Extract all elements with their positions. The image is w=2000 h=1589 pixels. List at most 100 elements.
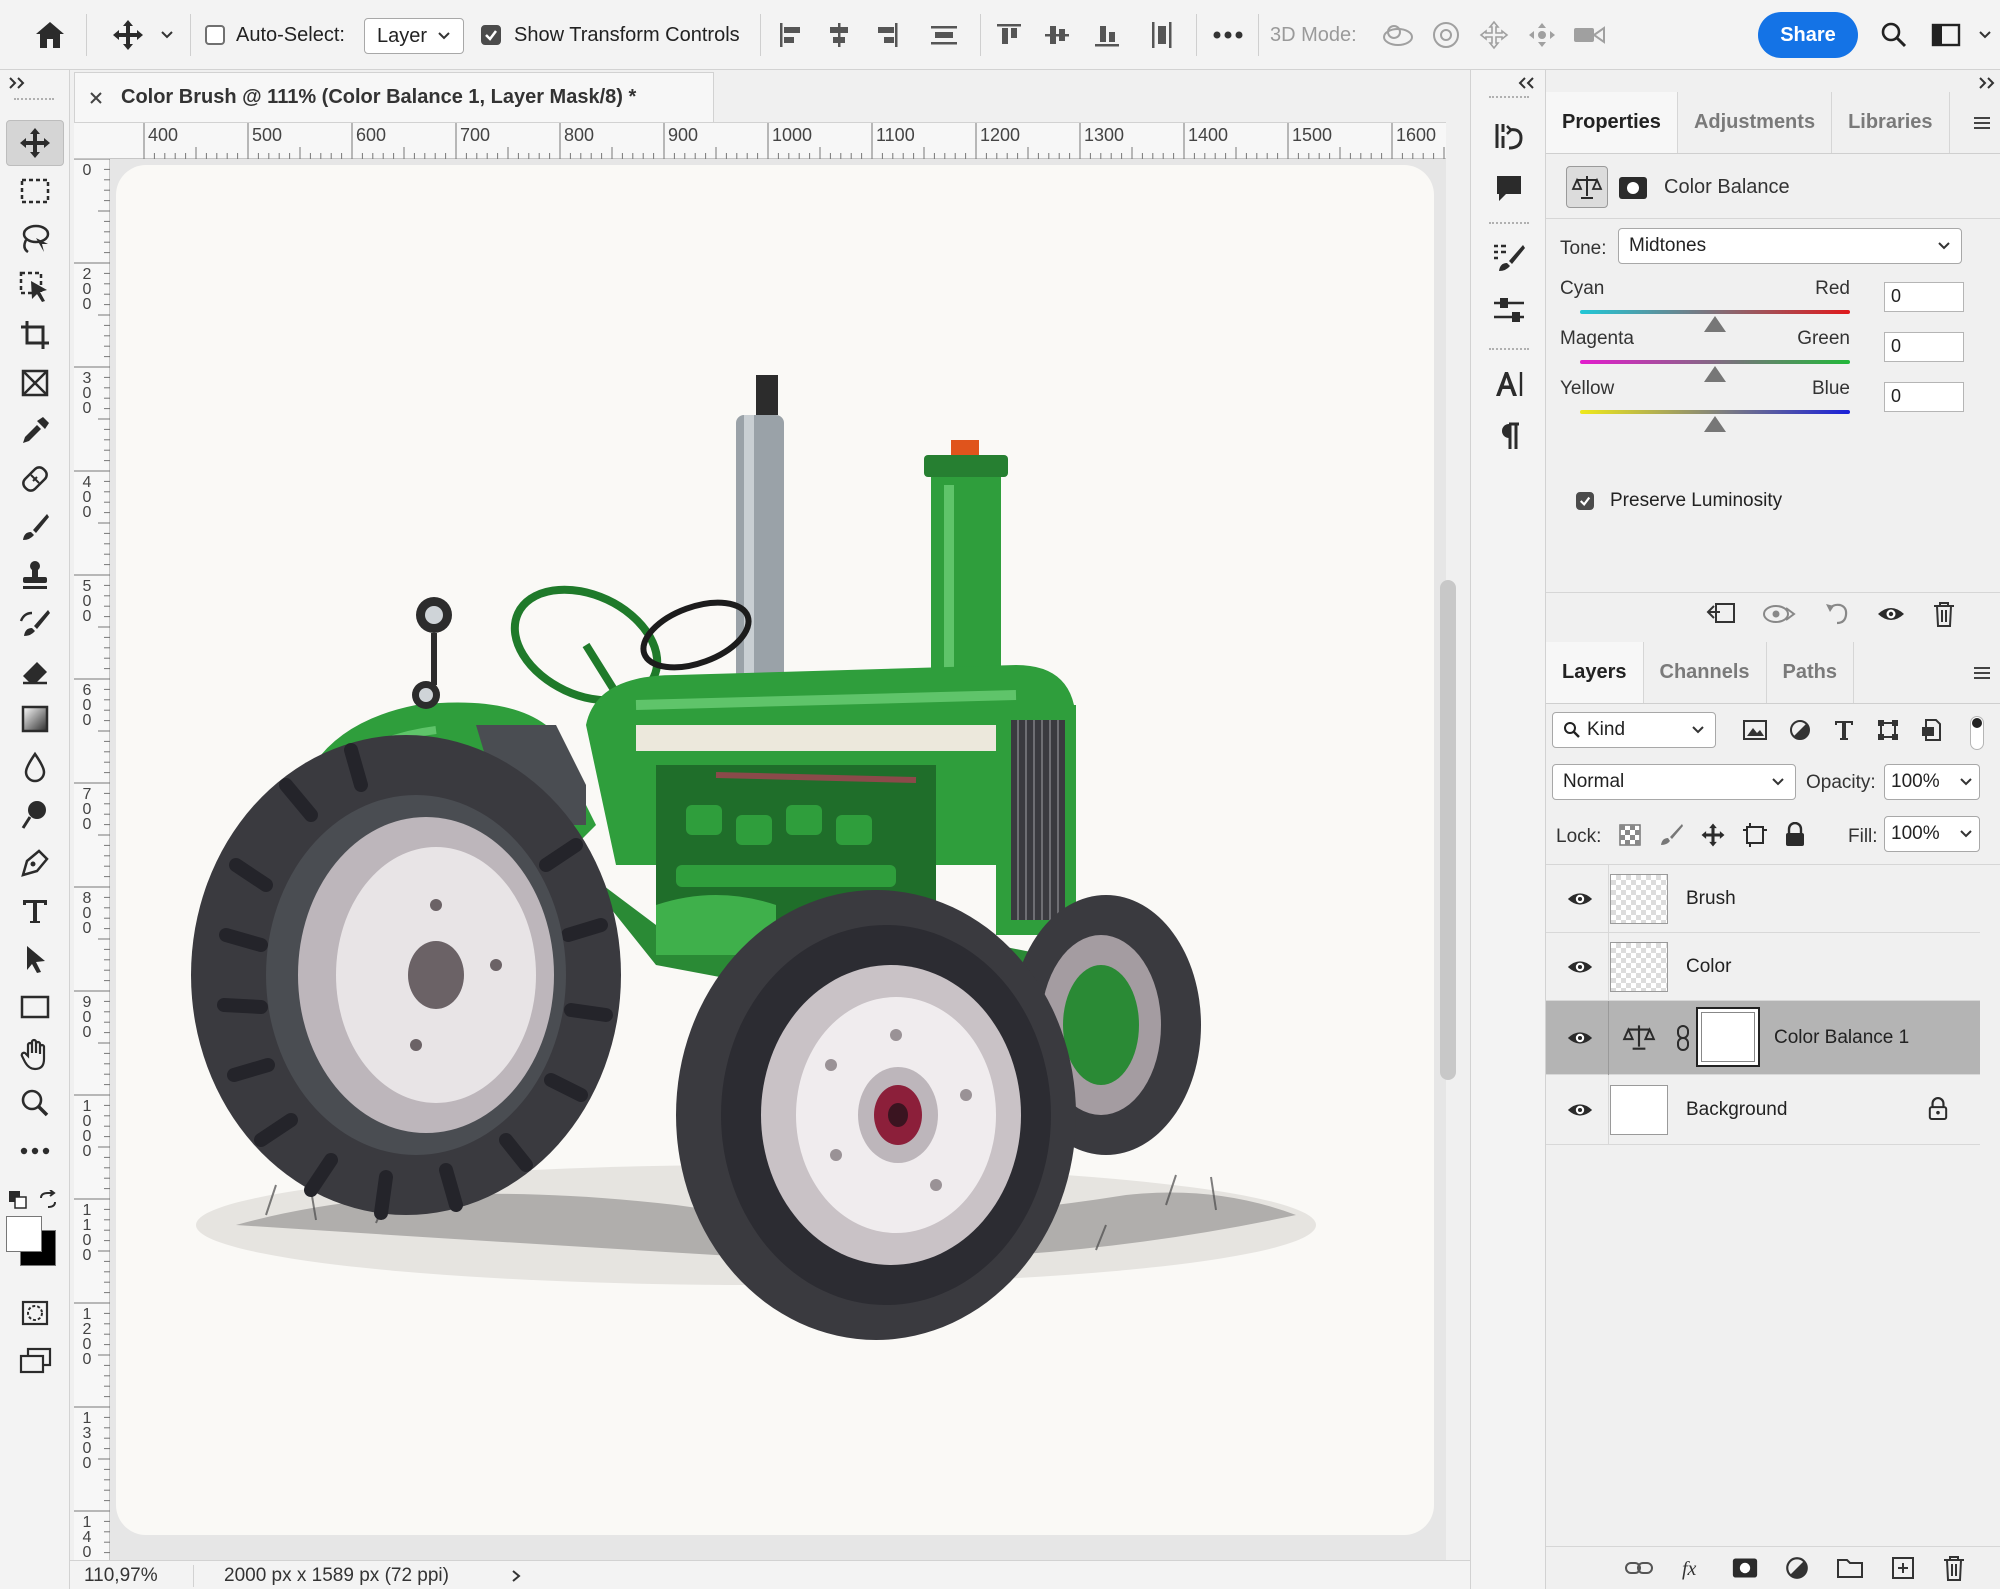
new-layer-icon[interactable] [1890, 1555, 1916, 1581]
frame-tool[interactable] [6, 360, 64, 406]
search-button[interactable] [1874, 0, 1914, 70]
slider-thumb[interactable] [1704, 416, 1726, 432]
distribute-horizontal-button[interactable] [1144, 0, 1180, 70]
move-tool[interactable] [6, 120, 64, 166]
lock-transparent-pixels-icon[interactable] [1618, 823, 1642, 847]
auto-select-target-dropdown[interactable]: Layer [364, 18, 464, 54]
vertical-scrollbar[interactable] [1440, 580, 1456, 1080]
document-tab[interactable]: Color Brush @ 111% (Color Balance 1, Lay… [74, 72, 714, 122]
workspace-button[interactable] [1926, 0, 1966, 70]
clone-stamp-tool[interactable] [6, 552, 64, 598]
slider-thumb[interactable] [1704, 316, 1726, 332]
object-selection-tool[interactable] [6, 264, 64, 310]
opacity-field[interactable]: 100% [1884, 764, 1980, 800]
foreground-color-swatch[interactable] [6, 1216, 42, 1252]
lock-image-pixels-icon[interactable] [1658, 822, 1684, 848]
3d-camera-button[interactable] [1570, 0, 1610, 70]
horizontal-ruler[interactable]: 400 500 600 700 800 900 1000 1100 1200 1300 1400 15… [74, 123, 1446, 159]
collapse-panels-icon[interactable] [1517, 76, 1535, 90]
edit-toolbar-button[interactable] [6, 1128, 64, 1174]
layer-mask-thumbnail[interactable] [1696, 1007, 1760, 1067]
3d-pan-button[interactable] [1474, 0, 1514, 70]
marquee-tool[interactable] [6, 168, 64, 214]
new-fill-adjustment-icon[interactable] [1784, 1555, 1810, 1581]
comments-panel-button[interactable] [1483, 164, 1535, 212]
gradient-tool[interactable] [6, 696, 64, 742]
character-panel-button[interactable] [1483, 360, 1535, 408]
align-left-edges-button[interactable] [774, 0, 808, 70]
more-options-button[interactable] [1208, 0, 1248, 70]
new-group-icon[interactable] [1836, 1556, 1864, 1580]
auto-select-checkbox[interactable] [200, 0, 230, 70]
layer-filter-dropdown[interactable]: Kind [1552, 712, 1716, 748]
slider-value-field[interactable]: 0 [1884, 332, 1964, 362]
adjustment-type-button[interactable] [1566, 166, 1608, 208]
lasso-tool[interactable] [6, 216, 64, 262]
zoom-tool[interactable] [6, 1080, 64, 1126]
visibility-eye-icon[interactable] [1566, 957, 1594, 977]
filter-shape-layers-icon[interactable] [1876, 718, 1900, 742]
collapse-right-panel-icon[interactable] [1978, 76, 1996, 90]
layer-row-color[interactable]: Color [1546, 933, 1980, 1001]
tab-libraries[interactable]: Libraries [1832, 92, 1950, 153]
collapse-arrows-icon[interactable] [8, 76, 28, 90]
crop-tool[interactable] [6, 312, 64, 358]
layer-row-brush[interactable]: Brush [1546, 865, 1980, 933]
history-panel-button[interactable] [1483, 112, 1535, 160]
layer-row-color-balance-1[interactable]: Color Balance 1 [1546, 1001, 1980, 1075]
visibility-eye-icon[interactable] [1876, 604, 1906, 624]
quick-mask-button[interactable] [6, 1290, 64, 1336]
tab-layers[interactable]: Layers [1546, 642, 1644, 703]
panel-menu-icon[interactable] [1972, 115, 1992, 131]
screen-mode-button[interactable] [6, 1338, 64, 1384]
tab-paths[interactable]: Paths [1767, 642, 1854, 703]
vertical-ruler[interactable]: 0 200 300 400 500 600 700 800 900 1000 1100 1200 130… [74, 159, 110, 1560]
filter-pixel-layers-icon[interactable] [1742, 718, 1768, 742]
share-button[interactable]: Share [1758, 12, 1858, 58]
pen-tool[interactable] [6, 840, 64, 886]
path-selection-tool[interactable] [6, 936, 64, 982]
show-transform-checkbox[interactable] [476, 0, 506, 70]
type-tool[interactable] [6, 888, 64, 934]
hand-tool[interactable] [6, 1032, 64, 1078]
trash-icon[interactable] [1932, 600, 1956, 628]
slider-value-field[interactable]: 0 [1884, 382, 1964, 412]
align-right-edges-button[interactable] [870, 0, 904, 70]
move-tool-preset-dropdown[interactable] [154, 0, 180, 70]
eyedropper-tool[interactable] [6, 408, 64, 454]
3d-slide-button[interactable] [1522, 0, 1562, 70]
delete-layer-icon[interactable] [1942, 1554, 1966, 1582]
blend-mode-dropdown[interactable]: Normal [1552, 764, 1796, 800]
distribute-vertical-button[interactable] [926, 0, 962, 70]
eraser-tool[interactable] [6, 648, 64, 694]
workspace-dropdown[interactable] [1974, 0, 1996, 70]
preserve-luminosity-checkbox[interactable]: Preserve Luminosity [1576, 490, 1782, 512]
slider-value-field[interactable]: 0 [1884, 282, 1964, 312]
default-colors-button[interactable] [8, 1190, 28, 1210]
chain-link-icon[interactable] [1676, 1025, 1690, 1051]
healing-brush-tool[interactable] [6, 456, 64, 502]
visibility-eye-icon[interactable] [1566, 889, 1594, 909]
home-button[interactable] [18, 0, 82, 70]
layer-row-background[interactable]: Background [1546, 1075, 1980, 1145]
chevron-right-icon[interactable] [510, 1569, 522, 1583]
tab-channels[interactable]: Channels [1644, 642, 1767, 703]
visibility-eye-icon[interactable] [1566, 1100, 1594, 1120]
filter-adjustment-layers-icon[interactable] [1788, 718, 1812, 742]
filter-type-layers-icon[interactable] [1832, 718, 1856, 742]
slider-track[interactable] [1580, 410, 1850, 414]
align-horizontal-centers-button[interactable] [822, 0, 856, 70]
dodge-tool[interactable] [6, 792, 64, 838]
move-tool-preset-button[interactable] [104, 0, 152, 70]
close-icon[interactable] [89, 91, 103, 105]
layer-mask-button[interactable] [1618, 176, 1648, 200]
filter-smart-objects-icon[interactable] [1920, 718, 1944, 742]
zoom-level[interactable]: 110,97% [84, 1565, 194, 1587]
3d-orbit-button[interactable] [1378, 0, 1418, 70]
3d-roll-button[interactable] [1426, 0, 1466, 70]
adjustment-presets-panel-button[interactable] [1483, 286, 1535, 334]
align-vertical-centers-button[interactable] [1040, 0, 1074, 70]
slider-thumb[interactable] [1704, 366, 1726, 382]
reset-icon[interactable] [1822, 600, 1850, 628]
layers-panel-menu-icon[interactable] [1972, 665, 1992, 681]
